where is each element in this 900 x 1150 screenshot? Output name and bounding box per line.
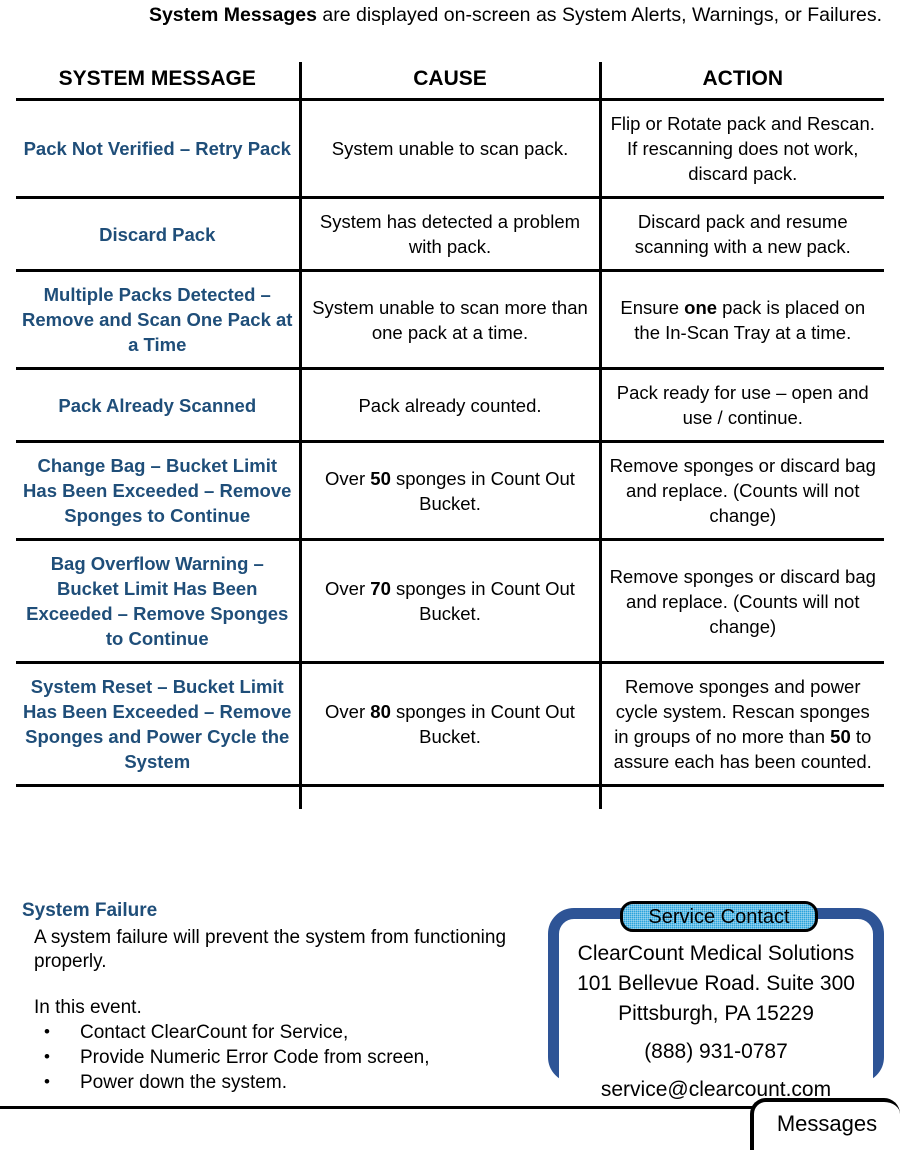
action-text-emphasis: one [684,296,718,318]
service-contact-street: 101 Bellevue Road. Suite 300 [577,972,855,995]
table-header-row: SYSTEM MESSAGE CAUSE ACTION [16,62,884,101]
system-failure-bullet-list: Contact ClearCount for Service, Provide … [22,1019,522,1095]
table-row: Change Bag – Bucket Limit Has Been Excee… [16,441,884,541]
cell-empty-cause [298,785,600,809]
cell-cause: Over 70 sponges in Count Out Bucket. [298,539,600,664]
column-header-cause: CAUSE [298,62,600,101]
column-header-action: ACTION [598,62,884,101]
cell-cause: Over 80 sponges in Count Out Bucket. [298,662,600,787]
action-text-emphasis: 50 [830,726,851,747]
cell-cause: System unable to scan pack. [298,99,600,199]
system-messages-table: SYSTEM MESSAGE CAUSE ACTION Pack Not Ver… [16,62,884,809]
cell-action: Flip or Rotate pack and Rescan. If resca… [598,99,884,199]
system-failure-paragraph: A system failure will prevent the system… [34,927,507,972]
cause-text-pre: Over [325,467,371,489]
service-contact-badge: Service Contact [620,901,818,932]
table-header: SYSTEM MESSAGE CAUSE ACTION [16,62,884,101]
service-contact-phone: (888) 931-0787 [644,1040,788,1063]
cell-action: Remove sponges and power cycle system. R… [598,662,884,787]
cell-system-message: Change Bag – Bucket Limit Has Been Excee… [16,441,300,541]
cause-text-emphasis: 70 [370,578,391,599]
intro-paragraph: System Messages are displayed on-screen … [18,2,882,29]
list-item: Provide Numeric Error Code from screen, [34,1044,522,1070]
cause-text-pre: Over [325,701,371,722]
cell-system-message: Bag Overflow Warning – Bucket Limit Has … [16,539,300,664]
action-text-pre: Ensure [620,296,685,318]
cell-action: Remove sponges or discard bag and replac… [598,441,884,541]
cause-text-pre: Over [325,578,371,599]
footer-tab-messages[interactable]: Messages [750,1098,900,1150]
service-contact-details: ClearCount Medical Solutions 101 Bellevu… [559,935,873,1113]
cell-action: Discard pack and resume scanning with a … [598,197,884,272]
cell-cause: Over 50 sponges in Count Out Bucket. [298,441,600,541]
cause-text-emphasis: 80 [370,701,391,722]
cell-cause: System unable to scan more than one pack… [298,270,600,370]
cell-cause: System has detected a problem with pack. [298,197,600,272]
column-header-system-message: SYSTEM MESSAGE [16,62,300,101]
list-item: Power down the system. [34,1069,522,1095]
cause-text-post: sponges in Count Out Bucket. [390,578,575,624]
cell-action: Ensure one pack is placed on the In-Scan… [598,270,884,370]
intro-rest: are displayed on-screen as System Alerts… [316,4,882,26]
table-row: Multiple Packs Detected – Remove and Sca… [16,270,884,370]
service-contact-box: ClearCount Medical Solutions 101 Bellevu… [548,908,884,1113]
table-row: Discard Pack System has detected a probl… [16,197,884,272]
cause-text-emphasis: 50 [370,467,391,489]
list-item: Contact ClearCount for Service, [34,1019,522,1045]
footer-divider [0,1106,760,1109]
cell-action: Remove sponges or discard bag and replac… [598,539,884,664]
intro-lead: System Messages [148,4,317,26]
table-body: Pack Not Verified – Retry Pack System un… [16,99,884,810]
cell-cause: Pack already counted. [298,368,600,443]
system-failure-event-intro: In this event. [34,997,142,1018]
cell-empty-system-message [16,786,300,810]
table-row: System Reset – Bucket Limit Has Been Exc… [16,662,884,787]
table-trailing-row [16,785,884,810]
cell-system-message: Discard Pack [16,197,300,272]
cell-system-message: Pack Not Verified – Retry Pack [16,99,300,199]
table-row: Pack Already Scanned Pack already counte… [16,368,884,443]
cell-empty-action [598,785,884,809]
cell-action: Pack ready for use – open and use / cont… [598,368,884,443]
service-contact-company: ClearCount Medical Solutions [577,942,855,965]
service-contact-city: Pittsburgh, PA 15229 [618,1002,814,1025]
cell-system-message: Pack Already Scanned [16,368,300,443]
table-row: Pack Not Verified – Retry Pack System un… [16,99,884,199]
cell-system-message: System Reset – Bucket Limit Has Been Exc… [16,662,300,787]
cause-text-post: sponges in Count Out Bucket. [390,701,575,747]
system-failure-heading: System Failure [22,900,158,921]
system-failure-section: System Failure A system failure will pre… [22,900,522,1095]
cause-text-post: sponges in Count Out Bucket. [390,467,575,514]
table-row: Bag Overflow Warning – Bucket Limit Has … [16,539,884,664]
cell-system-message: Multiple Packs Detected – Remove and Sca… [16,270,300,370]
